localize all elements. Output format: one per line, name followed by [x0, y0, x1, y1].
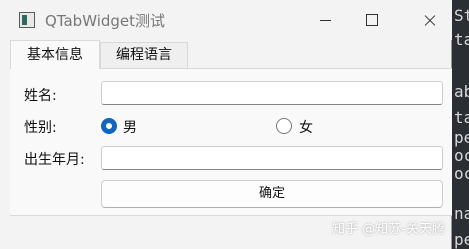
name-label: 姓名: [24, 88, 57, 104]
watermark: 知乎 @知苏-关天腾 [332, 222, 445, 237]
gender-male-label[interactable]: 男 [123, 117, 137, 137]
background-text: oc [454, 164, 469, 183]
title-bar[interactable]: QTabWidget测试 [0, 0, 452, 40]
background-text: ab [454, 82, 469, 101]
gender-label: 性别: [24, 120, 57, 136]
minimize-icon[interactable] [302, 0, 348, 40]
background-text: Sta [454, 6, 469, 25]
name-input[interactable] [101, 81, 443, 105]
gender-female-radio[interactable] [276, 118, 292, 134]
confirm-button[interactable]: 确定 [101, 180, 443, 208]
birth-input[interactable] [101, 146, 443, 170]
background-text: oc [454, 146, 469, 165]
gender-male-radio[interactable] [101, 118, 117, 134]
maximize-icon[interactable] [348, 0, 394, 40]
tab-programming-language[interactable]: 编程语言 [100, 42, 188, 69]
tab-basic-info[interactable]: 基本信息 [10, 40, 100, 69]
close-icon[interactable] [406, 0, 452, 40]
main-window: QTabWidget测试 基本信息 编程语言 姓名: 性别: 男 女 出生年月:… [0, 0, 452, 249]
app-icon [19, 12, 35, 28]
window-title: QTabWidget测试 [45, 12, 166, 30]
background-text: na [454, 204, 469, 223]
background-text: pe [454, 230, 469, 249]
birth-label: 出生年月: [24, 152, 85, 168]
background-text: ta [454, 108, 469, 127]
background-text: pe [454, 128, 469, 147]
background-desktop: Sta ta ab ta pe oc oc na pe [452, 0, 469, 249]
background-text: ta [454, 30, 469, 49]
gender-female-label[interactable]: 女 [299, 117, 313, 137]
